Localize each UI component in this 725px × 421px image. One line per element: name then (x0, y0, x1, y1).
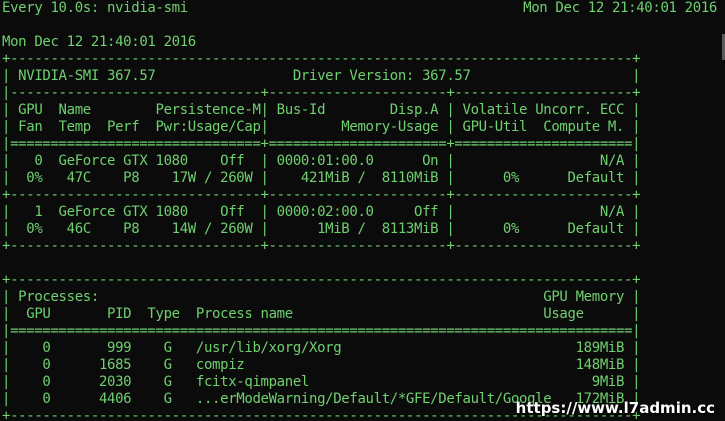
terminal-output-line: | 1 GeForce GTX 1080 Off | 0000:02:00.0 … (2, 204, 641, 220)
watch-clock: Mon Dec 12 21:40:01 2016 (523, 0, 717, 16)
terminal-output-line: |===============================+=======… (2, 136, 641, 152)
terminal-output-line: +-------------------------------+-------… (2, 238, 641, 254)
terminal-output-line: | GPU PID Type Process name Usage | (2, 306, 641, 322)
terminal-output-line: | 0% 46C P8 14W / 260W | 1MiB / 8113MiB … (2, 221, 641, 237)
terminal-output-line: | GPU Name Persistence-M| Bus-Id Disp.A … (2, 102, 641, 118)
terminal-output-line: | 0% 47C P8 17W / 260W | 421MiB / 8110Mi… (2, 170, 641, 186)
terminal-output-line: +---------------------------------------… (2, 51, 641, 67)
terminal-output-line: Mon Dec 12 21:40:01 2016 (2, 34, 196, 50)
terminal-output-line: | NVIDIA-SMI 367.57 Driver Version: 367.… (2, 68, 641, 84)
watch-command-line: Every 10.0s: nvidia-smi (2, 0, 188, 16)
terminal-output-line: +---------------------------------------… (2, 272, 641, 288)
terminal-output-line: | Fan Temp Perf Pwr:Usage/Cap| Memory-Us… (2, 119, 641, 135)
terminal-output-line: |=======================================… (2, 323, 641, 339)
terminal-output-line: |-------------------------------+-------… (2, 85, 641, 101)
watermark-text: https://www.l7admin.cc (515, 399, 715, 417)
terminal-output-line: | Processes: GPU Memory | (2, 289, 641, 305)
terminal-output-line: | 0 GeForce GTX 1080 Off | 0000:01:00.0 … (2, 153, 641, 169)
terminal-output-line: | 0 2030 G fcitx-qimpanel 9MiB | (2, 374, 641, 390)
terminal-window[interactable]: Every 10.0s: nvidia-smi Mon Dec 12 21:40… (0, 0, 725, 421)
terminal-output-line: | 0 999 G /usr/lib/xorg/Xorg 189MiB | (2, 340, 641, 356)
terminal-output-line: | 0 1685 G compiz 148MiB | (2, 357, 641, 373)
terminal-output-line: +-------------------------------+-------… (2, 187, 641, 203)
